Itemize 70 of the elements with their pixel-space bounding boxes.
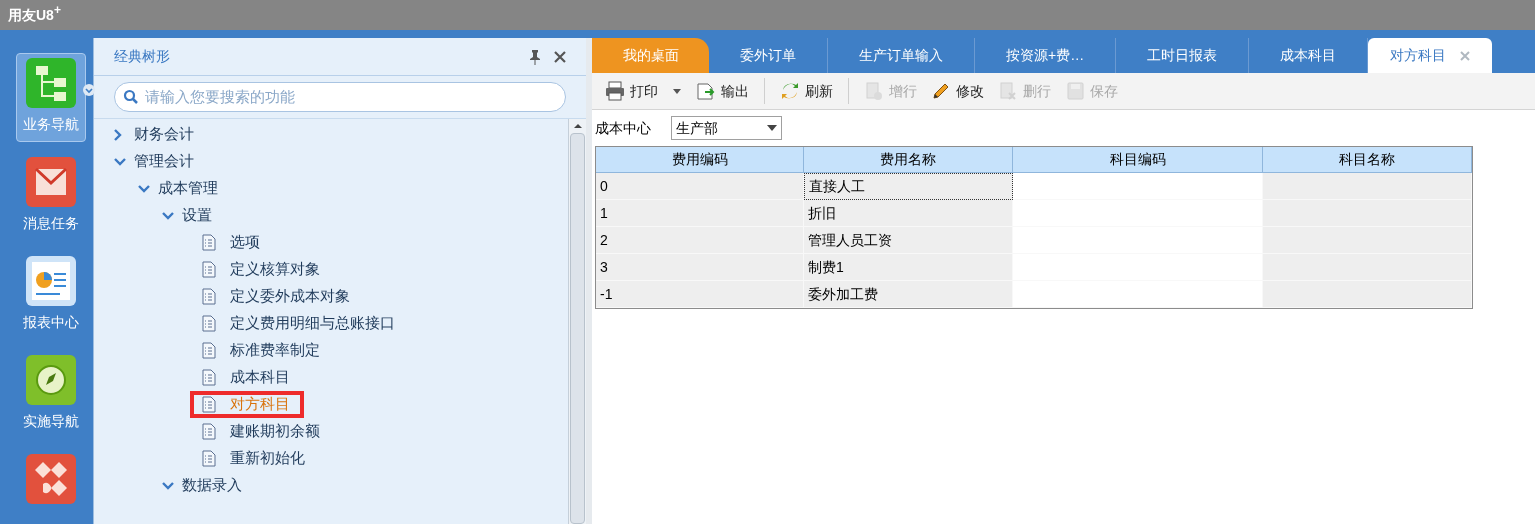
toolbar-button[interactable]: 打印 <box>600 77 663 105</box>
document-icon <box>202 450 216 467</box>
delete-row-icon <box>998 81 1018 101</box>
tree-item[interactable]: 定义委外成本对象 <box>190 283 364 310</box>
tree-item[interactable]: 标准费率制定 <box>190 337 334 364</box>
tree-item[interactable]: 定义核算对象 <box>190 256 334 283</box>
document-icon <box>202 342 216 359</box>
filter-label: 成本中心 <box>595 118 651 138</box>
pin-icon[interactable] <box>528 48 542 65</box>
refresh-icon <box>780 81 800 101</box>
export-icon <box>696 81 716 101</box>
document-icon <box>202 288 216 305</box>
tree-item[interactable]: 成本科目 <box>190 364 304 391</box>
table-cell: 0 <box>596 173 804 200</box>
toolbar-button[interactable]: 刷新 <box>775 77 838 105</box>
document-icon <box>202 423 216 440</box>
document-icon <box>202 234 216 251</box>
pencil-icon <box>931 81 951 101</box>
nav-item[interactable]: 实施导航 <box>15 350 86 439</box>
save-icon <box>1065 81 1085 101</box>
table-cell: 折旧 <box>804 200 1013 227</box>
caret-icon <box>767 125 777 131</box>
tree-folder[interactable]: 管理会计 <box>134 150 194 173</box>
caret-icon[interactable] <box>673 88 681 94</box>
compass-icon <box>25 355 76 405</box>
table-cell: 3 <box>596 254 804 281</box>
tree-item[interactable]: 重新初始化 <box>190 445 319 472</box>
scrollbar[interactable] <box>568 119 586 524</box>
search-input[interactable]: 请输入您要搜索的功能 <box>145 85 557 109</box>
table-cell: 1 <box>596 200 804 227</box>
document-icon <box>202 369 216 386</box>
column-header[interactable]: 费用名称 <box>804 147 1013 173</box>
tree-folder[interactable]: 设置 <box>182 204 212 227</box>
table-cell: 制费1 <box>804 254 1013 281</box>
envelope-icon <box>25 157 76 207</box>
diamonds-icon <box>25 454 76 504</box>
table-cell: -1 <box>596 281 804 308</box>
toolbar-button[interactable]: 修改 <box>926 77 989 105</box>
document-icon <box>202 396 216 413</box>
nav-item[interactable]: 报表中心 <box>15 251 86 340</box>
document-icon <box>202 315 216 332</box>
search-icon <box>123 89 139 105</box>
tab[interactable]: 对方科目 <box>1368 38 1493 73</box>
table-cell: 直接人工 <box>804 173 1013 200</box>
scrollbar-thumb[interactable] <box>570 133 585 524</box>
tree-item[interactable]: 选项 <box>190 229 274 256</box>
dropdown-icon[interactable] <box>82 84 95 96</box>
tree-item[interactable]: 建账期初余额 <box>190 418 334 445</box>
table-cell: 管理人员工资 <box>804 227 1013 254</box>
tree-icon <box>25 58 76 108</box>
column-header[interactable]: 科目编码 <box>1013 147 1263 173</box>
column-header[interactable]: 费用编码 <box>596 147 804 173</box>
tree-folder[interactable]: 成本管理 <box>158 177 218 200</box>
column-header[interactable]: 科目名称 <box>1263 147 1472 173</box>
nav-item[interactable]: 消息任务 <box>15 152 86 241</box>
tree-item[interactable]: 定义费用明细与总账接口 <box>190 310 409 337</box>
panel-title: 经典树形 <box>114 47 170 66</box>
table-cell: 2 <box>596 227 804 254</box>
search-field[interactable]: 请输入您要搜索的功能 <box>114 82 566 112</box>
toolbar-button[interactable]: 输出 <box>691 77 754 105</box>
table-cell: 委外加工费 <box>804 281 1013 308</box>
window-title: 用友U8$^{+}$ <box>8 4 61 25</box>
tree-folder[interactable]: 财务会计 <box>134 123 194 146</box>
chart-icon <box>25 256 76 306</box>
tree-folder[interactable]: 数据录入 <box>182 474 242 497</box>
close-icon[interactable] <box>554 50 566 63</box>
printer-icon <box>605 81 625 101</box>
cost-center-dropdown[interactable]: 生产部 <box>671 116 782 140</box>
document-icon <box>202 261 216 278</box>
add-row-icon <box>864 81 884 101</box>
